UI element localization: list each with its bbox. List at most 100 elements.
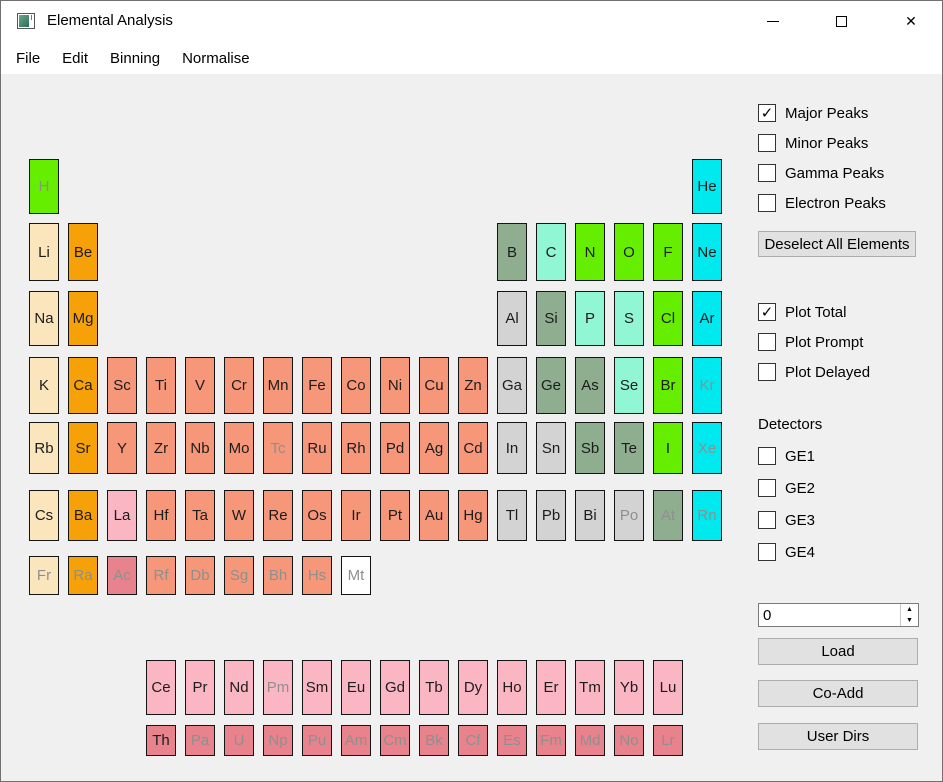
maximize-button[interactable] (818, 1, 864, 41)
element-cell-lu[interactable]: Lu (653, 660, 683, 715)
menu-item-edit[interactable]: Edit (51, 46, 99, 71)
checkbox-box-gamma-peaks[interactable] (758, 164, 776, 182)
checkbox-box-ge4[interactable] (758, 543, 776, 561)
element-cell-gd[interactable]: Gd (380, 660, 410, 715)
checkbox-ge1[interactable]: GE1 (758, 447, 815, 465)
element-cell-sb[interactable]: Sb (575, 422, 605, 474)
spin-down-icon[interactable]: ▼ (901, 615, 918, 626)
element-cell-fm[interactable]: Fm (536, 725, 566, 756)
checkbox-plot-total[interactable]: ✓Plot Total (758, 303, 846, 321)
element-cell-lr[interactable]: Lr (653, 725, 683, 756)
element-cell-mn[interactable]: Mn (263, 357, 293, 414)
element-cell-cl[interactable]: Cl (653, 291, 683, 346)
element-cell-fr[interactable]: Fr (29, 556, 59, 595)
element-cell-yb[interactable]: Yb (614, 660, 644, 715)
element-cell-v[interactable]: V (185, 357, 215, 414)
checkbox-ge2[interactable]: GE2 (758, 479, 815, 497)
element-cell-tc[interactable]: Tc (263, 422, 293, 474)
element-cell-rn[interactable]: Rn (692, 490, 722, 541)
user-dirs-button[interactable]: User Dirs (758, 723, 918, 750)
element-cell-hg[interactable]: Hg (458, 490, 488, 541)
file-number-spinbox[interactable]: 0 ▲ ▼ (758, 603, 919, 627)
element-cell-se[interactable]: Se (614, 357, 644, 414)
element-cell-cs[interactable]: Cs (29, 490, 59, 541)
element-cell-si[interactable]: Si (536, 291, 566, 346)
close-button[interactable]: ✕ (888, 1, 934, 41)
element-cell-ti[interactable]: Ti (146, 357, 176, 414)
minimize-button[interactable] (750, 1, 796, 41)
element-cell-ba[interactable]: Ba (68, 490, 98, 541)
element-cell-ta[interactable]: Ta (185, 490, 215, 541)
checkbox-box-ge2[interactable] (758, 479, 776, 497)
element-cell-he[interactable]: He (692, 159, 722, 214)
spin-up-icon[interactable]: ▲ (901, 604, 918, 615)
element-cell-ce[interactable]: Ce (146, 660, 176, 715)
element-cell-pa[interactable]: Pa (185, 725, 215, 756)
element-cell-fe[interactable]: Fe (302, 357, 332, 414)
element-cell-es[interactable]: Es (497, 725, 527, 756)
element-cell-dy[interactable]: Dy (458, 660, 488, 715)
element-cell-hf[interactable]: Hf (146, 490, 176, 541)
element-cell-bh[interactable]: Bh (263, 556, 293, 595)
element-cell-la[interactable]: La (107, 490, 137, 541)
element-cell-mo[interactable]: Mo (224, 422, 254, 474)
element-cell-tb[interactable]: Tb (419, 660, 449, 715)
element-cell-sc[interactable]: Sc (107, 357, 137, 414)
element-cell-mt[interactable]: Mt (341, 556, 371, 595)
element-cell-br[interactable]: Br (653, 357, 683, 414)
element-cell-th[interactable]: Th (146, 725, 176, 756)
checkbox-electron-peaks[interactable]: Electron Peaks (758, 194, 886, 212)
element-cell-ho[interactable]: Ho (497, 660, 527, 715)
element-cell-md[interactable]: Md (575, 725, 605, 756)
element-cell-pd[interactable]: Pd (380, 422, 410, 474)
element-cell-sn[interactable]: Sn (536, 422, 566, 474)
element-cell-bk[interactable]: Bk (419, 725, 449, 756)
element-cell-w[interactable]: W (224, 490, 254, 541)
element-cell-os[interactable]: Os (302, 490, 332, 541)
element-cell-p[interactable]: P (575, 291, 605, 346)
element-cell-po[interactable]: Po (614, 490, 644, 541)
element-cell-k[interactable]: K (29, 357, 59, 414)
element-cell-tl[interactable]: Tl (497, 490, 527, 541)
element-cell-ge[interactable]: Ge (536, 357, 566, 414)
element-cell-er[interactable]: Er (536, 660, 566, 715)
element-cell-sm[interactable]: Sm (302, 660, 332, 715)
element-cell-nd[interactable]: Nd (224, 660, 254, 715)
element-cell-sr[interactable]: Sr (68, 422, 98, 474)
checkbox-box-major-peaks[interactable]: ✓ (758, 104, 776, 122)
co-add-button[interactable]: Co-Add (758, 680, 918, 707)
checkbox-ge3[interactable]: GE3 (758, 511, 815, 529)
element-cell-cm[interactable]: Cm (380, 725, 410, 756)
element-cell-zr[interactable]: Zr (146, 422, 176, 474)
element-cell-np[interactable]: Np (263, 725, 293, 756)
checkbox-box-ge1[interactable] (758, 447, 776, 465)
element-cell-zn[interactable]: Zn (458, 357, 488, 414)
checkbox-plot-delayed[interactable]: Plot Delayed (758, 363, 870, 381)
element-cell-cu[interactable]: Cu (419, 357, 449, 414)
checkbox-box-ge3[interactable] (758, 511, 776, 529)
element-cell-b[interactable]: B (497, 223, 527, 281)
element-cell-cf[interactable]: Cf (458, 725, 488, 756)
checkbox-major-peaks[interactable]: ✓Major Peaks (758, 104, 868, 122)
element-cell-i[interactable]: I (653, 422, 683, 474)
element-cell-rh[interactable]: Rh (341, 422, 371, 474)
element-cell-au[interactable]: Au (419, 490, 449, 541)
element-cell-y[interactable]: Y (107, 422, 137, 474)
element-cell-ra[interactable]: Ra (68, 556, 98, 595)
element-cell-ac[interactable]: Ac (107, 556, 137, 595)
element-cell-pr[interactable]: Pr (185, 660, 215, 715)
element-cell-in[interactable]: In (497, 422, 527, 474)
element-cell-co[interactable]: Co (341, 357, 371, 414)
element-cell-li[interactable]: Li (29, 223, 59, 281)
element-cell-al[interactable]: Al (497, 291, 527, 346)
element-cell-o[interactable]: O (614, 223, 644, 281)
element-cell-nb[interactable]: Nb (185, 422, 215, 474)
checkbox-box-plot-total[interactable]: ✓ (758, 303, 776, 321)
element-cell-n[interactable]: N (575, 223, 605, 281)
load-button[interactable]: Load (758, 638, 918, 665)
element-cell-pt[interactable]: Pt (380, 490, 410, 541)
element-cell-rf[interactable]: Rf (146, 556, 176, 595)
element-cell-cr[interactable]: Cr (224, 357, 254, 414)
element-cell-at[interactable]: At (653, 490, 683, 541)
element-cell-te[interactable]: Te (614, 422, 644, 474)
